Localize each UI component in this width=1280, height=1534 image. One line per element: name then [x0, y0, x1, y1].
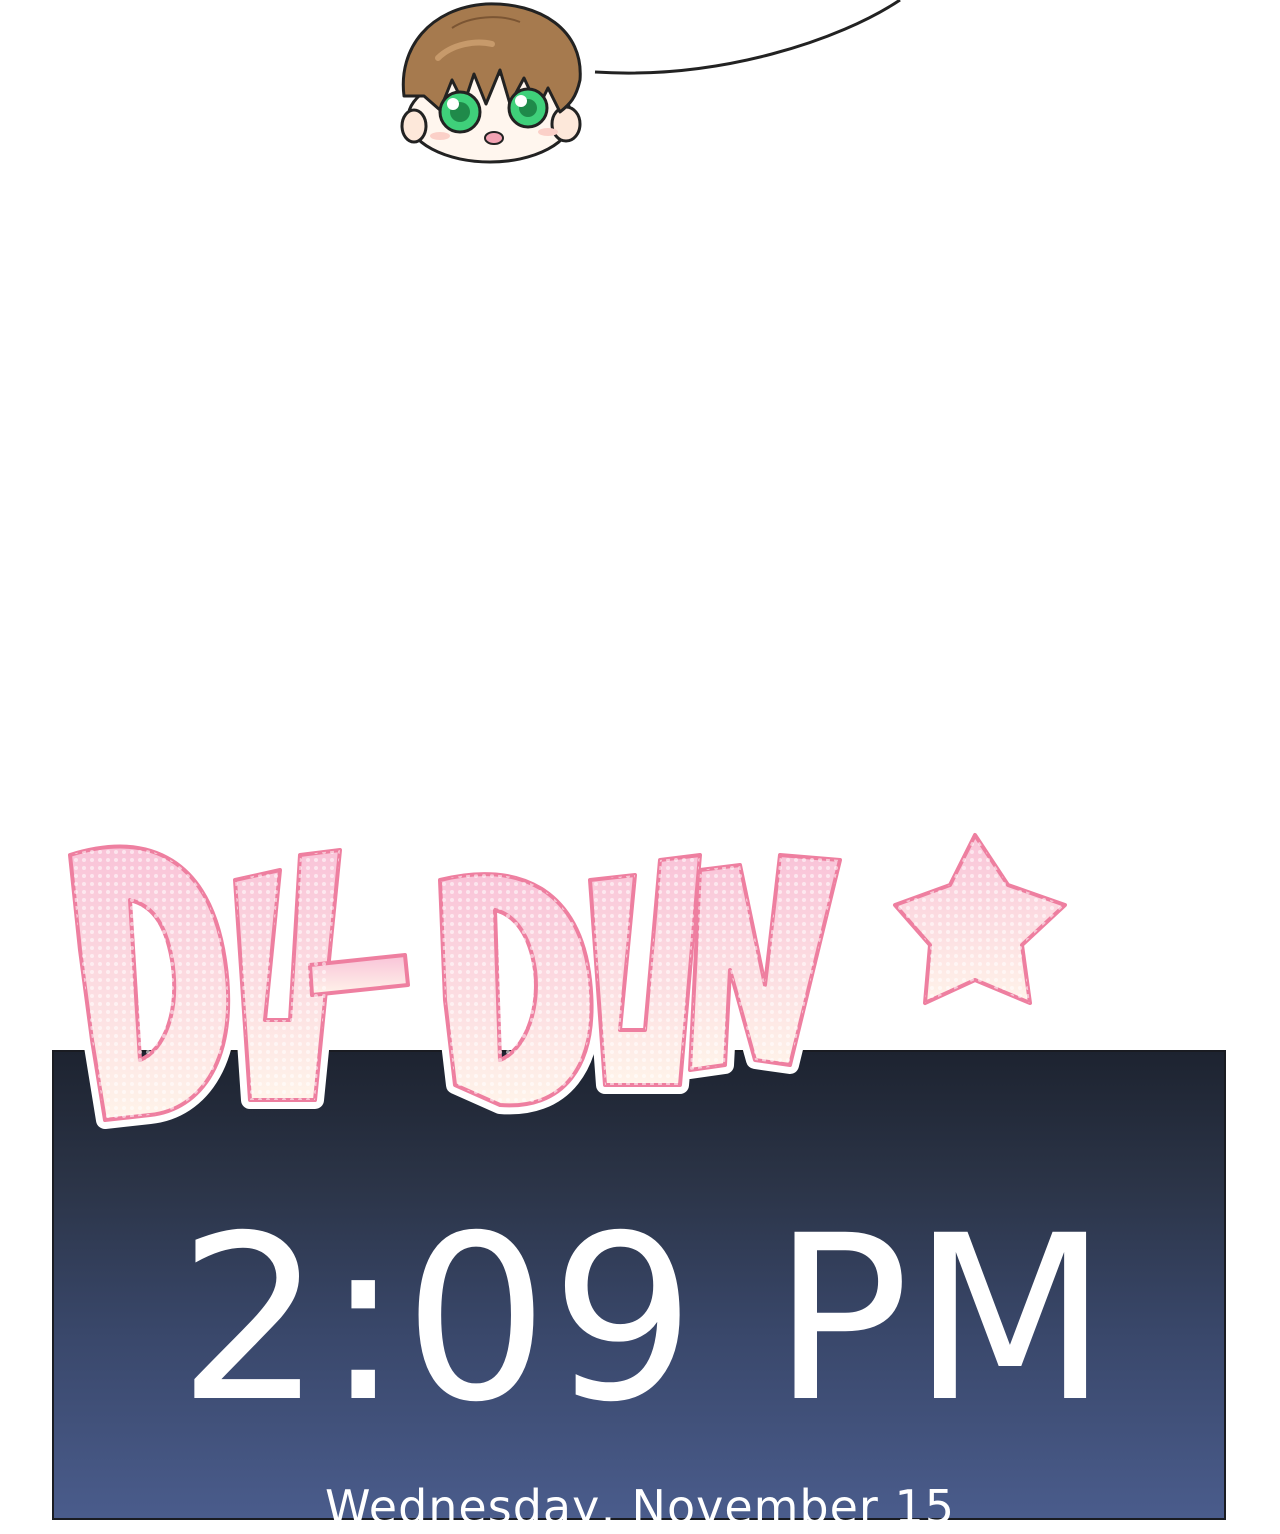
chibi-character-head	[400, 2, 582, 164]
lock-screen-date: Wednesday, November 15	[324, 1480, 956, 1534]
speech-bubble-tail	[594, 0, 901, 75]
lock-screen-time: 2:09 PM	[177, 1186, 1111, 1452]
